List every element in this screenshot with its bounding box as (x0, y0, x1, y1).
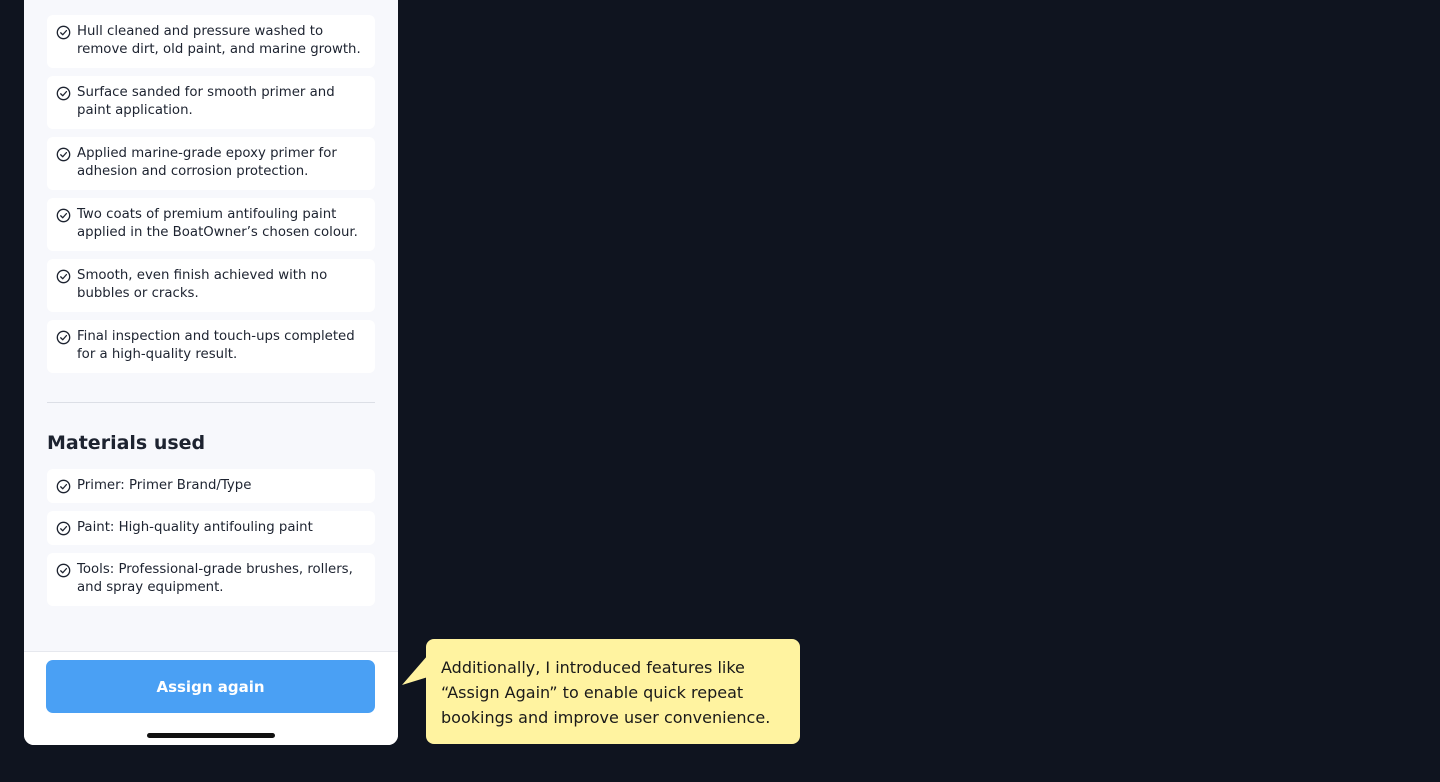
check-circle-icon (56, 269, 71, 284)
check-circle-icon (56, 147, 71, 162)
check-circle-icon (56, 208, 71, 223)
step-item: Smooth, even finish achieved with no bub… (47, 259, 375, 312)
material-text: Paint: High-quality antifouling paint (77, 520, 313, 535)
step-item: Two coats of premium antifouling paint a… (47, 198, 375, 251)
step-text: Two coats of premium antifouling paint a… (77, 207, 358, 240)
material-text: Tools: Professional-grade brushes, rolle… (77, 562, 353, 595)
section-divider (47, 402, 375, 403)
step-item: Applied marine-grade epoxy primer for ad… (47, 137, 375, 190)
callout-pointer (402, 655, 428, 685)
material-item: Primer: Primer Brand/Type (47, 469, 375, 503)
material-item: Paint: High-quality antifouling paint (47, 511, 375, 545)
check-circle-icon (56, 86, 71, 101)
step-text: Smooth, even finish achieved with no bub… (77, 268, 328, 301)
step-item: Hull cleaned and pressure washed to remo… (47, 15, 375, 68)
check-circle-icon (56, 563, 71, 578)
phone-screen: Hull cleaned and pressure washed to remo… (24, 0, 398, 745)
step-item: Surface sanded for smooth primer and pai… (47, 76, 375, 129)
step-text: Hull cleaned and pressure washed to remo… (77, 24, 361, 57)
annotation-callout: Additionally, I introduced features like… (426, 639, 800, 744)
check-circle-icon (56, 330, 71, 345)
assign-again-button[interactable]: Assign again (46, 660, 375, 713)
check-circle-icon (56, 521, 71, 536)
bottom-action-bar: Assign again (24, 651, 398, 745)
home-indicator (147, 733, 275, 738)
check-circle-icon (56, 25, 71, 40)
check-circle-icon (56, 479, 71, 494)
step-text: Surface sanded for smooth primer and pai… (77, 85, 335, 118)
material-item: Tools: Professional-grade brushes, rolle… (47, 553, 375, 606)
material-text: Primer: Primer Brand/Type (77, 478, 252, 493)
materials-title: Materials used (47, 432, 206, 454)
step-text: Applied marine-grade epoxy primer for ad… (77, 146, 337, 179)
step-text: Final inspection and touch-ups completed… (77, 329, 355, 362)
step-item: Final inspection and touch-ups completed… (47, 320, 375, 373)
